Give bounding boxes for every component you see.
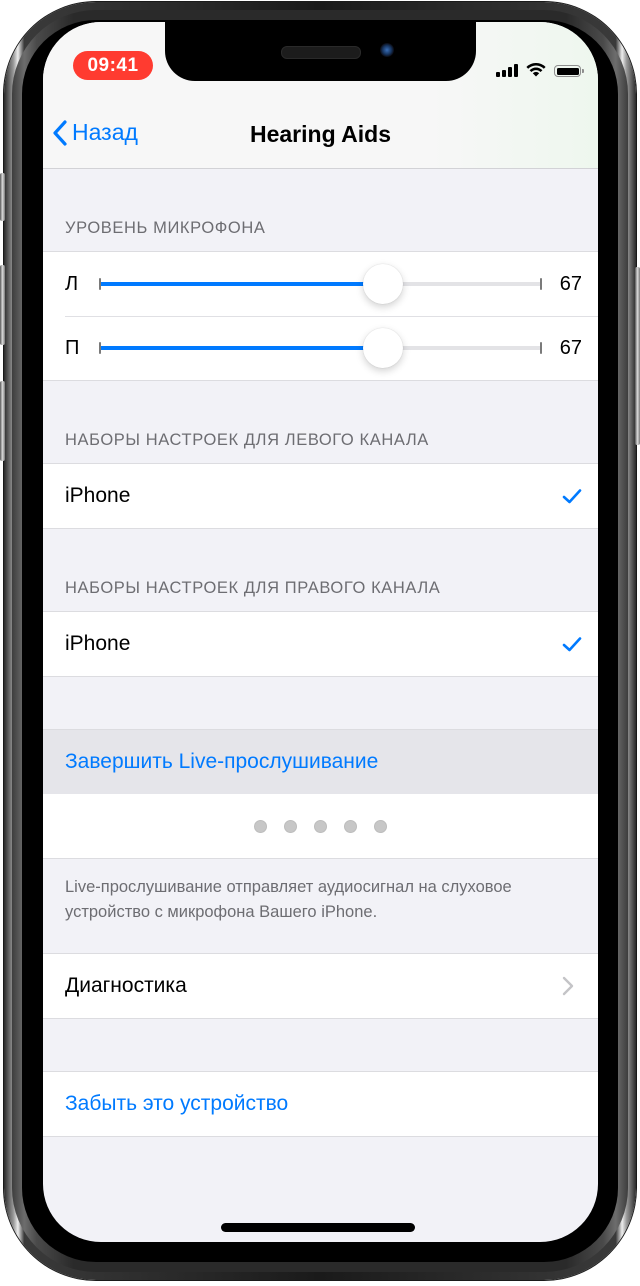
level-dot — [314, 819, 327, 833]
end-live-listen-button[interactable]: Завершить Live-прослушивание — [43, 730, 598, 794]
section-header-right-presets: НАБОРЫ НАСТРОЕК ДЛЯ ПРАВОГО КАНАЛА — [65, 579, 441, 597]
slider-row-right: П 67 — [43, 316, 598, 380]
screen: 09:41 Назад Hearing Aids УРОВЕНЬ МИКРОФО… — [43, 22, 598, 1242]
left-preset-item[interactable]: iPhone — [43, 464, 598, 528]
level-dot — [254, 819, 267, 833]
level-dot — [284, 819, 297, 833]
checkmark-icon — [562, 489, 582, 504]
live-listen-group: Завершить Live-прослушивание — [43, 729, 598, 859]
home-indicator[interactable] — [221, 1223, 415, 1232]
slider-thumb-right[interactable] — [362, 328, 403, 368]
cellular-signal-icon — [496, 64, 518, 77]
volume-down-button — [0, 381, 5, 461]
slider-value-left: 67 — [559, 272, 582, 295]
settings-content: УРОВЕНЬ МИКРОФОНА Л 67 П 67 НАБОРЫ НАСТР… — [43, 169, 598, 1137]
volume-up-button — [0, 265, 5, 345]
mic-slider-left[interactable] — [99, 264, 542, 304]
left-presets-group: iPhone — [43, 463, 598, 529]
forget-device-button[interactable]: Забыть это устройство — [43, 1072, 598, 1136]
page-title: Hearing Aids — [249, 121, 391, 147]
slider-value-right: 67 — [559, 336, 582, 359]
level-dot — [374, 819, 387, 833]
end-live-listen-label: Завершить Live-прослушивание — [65, 750, 379, 773]
live-listen-level-indicator — [43, 794, 598, 858]
slider-label-right: П — [65, 336, 80, 359]
mic-slider-right[interactable] — [99, 328, 542, 368]
speaker-grille — [281, 46, 361, 59]
status-time: 09:41 — [73, 51, 153, 80]
chevron-right-icon — [562, 976, 574, 996]
front-camera — [380, 43, 394, 57]
live-listen-footer: Live-прослушивание отправляет аудиосигна… — [65, 878, 512, 921]
diagnostics-label: Диагностика — [65, 974, 187, 997]
diagnostics-group: Диагностика — [43, 953, 598, 1019]
diagnostics-row[interactable]: Диагностика — [43, 954, 598, 1018]
mute-switch — [0, 173, 5, 221]
slider-row-left: Л 67 — [43, 252, 598, 316]
right-presets-group: iPhone — [43, 611, 598, 677]
checkmark-icon — [562, 637, 582, 652]
status-icons — [496, 63, 584, 77]
notch — [165, 22, 476, 81]
wifi-icon — [526, 63, 546, 77]
left-preset-label: iPhone — [65, 484, 131, 507]
power-button — [635, 267, 640, 445]
right-preset-item[interactable]: iPhone — [43, 612, 598, 676]
slider-label-left: Л — [65, 272, 79, 295]
mic-level-group: Л 67 П 67 — [43, 251, 598, 381]
section-header-mic-level: УРОВЕНЬ МИКРОФОНА — [65, 219, 266, 237]
slider-thumb-left[interactable] — [362, 264, 403, 304]
level-dot — [344, 819, 357, 833]
right-preset-label: iPhone — [65, 632, 131, 655]
section-header-left-presets: НАБОРЫ НАСТРОЕК ДЛЯ ЛЕВОГО КАНАЛА — [65, 431, 429, 449]
forget-device-label: Забыть это устройство — [65, 1092, 289, 1115]
battery-icon — [554, 65, 584, 77]
forget-group: Забыть это устройство — [43, 1071, 598, 1137]
